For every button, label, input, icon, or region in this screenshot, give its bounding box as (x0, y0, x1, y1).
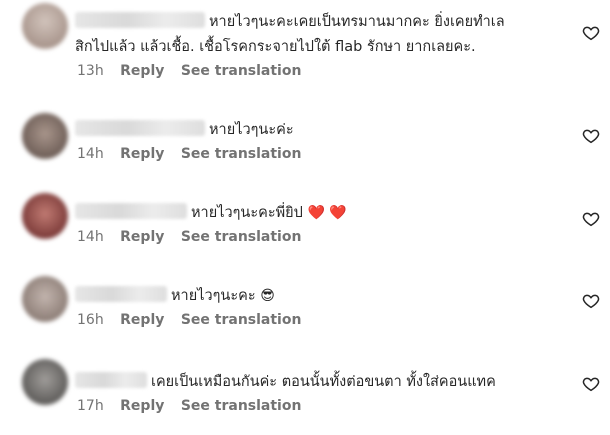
username[interactable] (75, 286, 167, 302)
timestamp: 17h (77, 398, 104, 414)
heart-outline-icon[interactable] (582, 24, 600, 42)
comment-meta: 14h Reply See translation (75, 229, 570, 245)
comment-meta: 14h Reply See translation (75, 146, 570, 162)
comment-meta: 13h Reply See translation (75, 63, 570, 79)
reply-button[interactable]: Reply (120, 229, 164, 245)
comment-meta: 16h Reply See translation (75, 312, 570, 328)
comment-meta: 17h Reply See translation (75, 398, 570, 414)
comment-text: เคยเป็นเหมือนกันค่ะ ตอนนั้นทั้งต่อขนตา ท… (151, 374, 496, 390)
comment-text-continued: สิกไปแล้ว แล้วเชื้อ. เชื้อโรคกระจายไปใต้… (75, 39, 476, 55)
heart-outline-icon[interactable] (582, 210, 600, 228)
reply-button[interactable]: Reply (120, 63, 164, 79)
see-translation-button[interactable]: See translation (181, 146, 302, 162)
avatar[interactable] (22, 359, 68, 405)
comment-text: หายไวๆนะคะพี่ยิป (191, 205, 303, 221)
username[interactable] (75, 372, 147, 388)
timestamp: 16h (77, 312, 104, 328)
reply-button[interactable]: Reply (120, 312, 164, 328)
comment-text: หายไวๆนะคะเคยเป็นทรมานมากคะ ยิ่งเคยทำเล (209, 14, 505, 30)
heart-outline-icon[interactable] (582, 292, 600, 310)
heart-outline-icon[interactable] (582, 375, 600, 393)
see-translation-button[interactable]: See translation (181, 229, 302, 245)
emoji: ❤️ ❤️ (307, 205, 347, 221)
reply-button[interactable]: Reply (120, 146, 164, 162)
emoji: 😎 (260, 288, 275, 304)
username[interactable] (75, 120, 205, 136)
avatar[interactable] (22, 113, 68, 159)
reply-button[interactable]: Reply (120, 398, 164, 414)
timestamp: 14h (77, 229, 104, 245)
username[interactable] (75, 203, 187, 219)
heart-outline-icon[interactable] (582, 127, 600, 145)
avatar[interactable] (22, 193, 68, 239)
avatar[interactable] (22, 3, 68, 49)
comment-text: หายไวๆนะคะ (171, 288, 256, 304)
see-translation-button[interactable]: See translation (181, 398, 302, 414)
username[interactable] (75, 12, 205, 28)
see-translation-button[interactable]: See translation (181, 63, 302, 79)
timestamp: 14h (77, 146, 104, 162)
see-translation-button[interactable]: See translation (181, 312, 302, 328)
timestamp: 13h (77, 63, 104, 79)
avatar[interactable] (22, 276, 68, 322)
comment-text: หายไวๆนะค่ะ (209, 122, 294, 138)
